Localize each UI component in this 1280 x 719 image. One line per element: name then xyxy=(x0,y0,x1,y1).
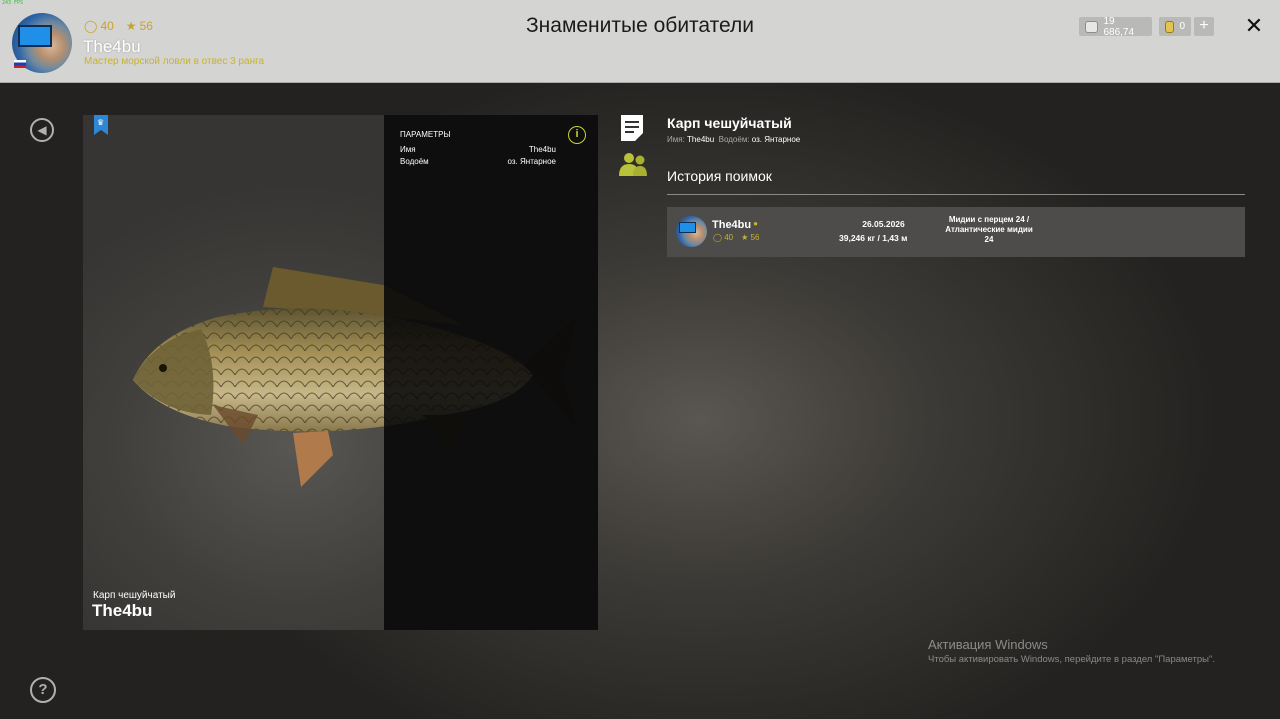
fish-card: ♛ Карп чешуйчатый The4bu ПАРАМЕТРЫ Имя T… xyxy=(83,115,598,630)
windows-activation-title: Активация Windows xyxy=(928,637,1048,652)
gold-balance[interactable]: 0 xyxy=(1159,17,1191,36)
param-row-water: Водоём оз. Янтарное xyxy=(400,157,556,166)
catch-date: 26.05.2026 xyxy=(862,219,905,229)
param-key: Водоём xyxy=(400,157,429,166)
gold-amount: 0 xyxy=(1179,21,1185,32)
back-button[interactable]: ◀ xyxy=(30,118,54,142)
player-name: The4bu xyxy=(83,37,141,56)
info-button[interactable]: i xyxy=(568,126,586,144)
country-flag-icon xyxy=(14,60,26,68)
silver-balance[interactable]: 19 686,74 xyxy=(1079,15,1152,38)
water-key: Водоём: xyxy=(718,135,750,144)
help-button[interactable]: ? xyxy=(30,677,56,703)
add-gold-button[interactable]: + xyxy=(1194,17,1214,36)
params-title: ПАРАМЕТРЫ xyxy=(400,130,451,139)
online-dot-icon: ● xyxy=(753,219,758,228)
history-player-name: The4bu ● xyxy=(712,219,758,231)
name-key: Имя: xyxy=(667,135,685,144)
history-row[interactable]: The4bu ● ◯ 40 ★ 56 26.05.2026 39,246 кг /… xyxy=(667,207,1245,257)
param-key: Имя xyxy=(400,145,416,154)
catch-bait: Мидии с перцем 24 / Атлантические мидии … xyxy=(945,215,1033,244)
group-icon[interactable] xyxy=(619,152,647,178)
close-button[interactable]: ✕ xyxy=(1243,14,1265,38)
param-value: оз. Янтарное xyxy=(507,157,556,166)
fish-title: Карп чешуйчатый xyxy=(667,115,792,131)
divider xyxy=(667,194,1245,195)
card-owner: The4bu xyxy=(92,601,153,620)
star-icon: ★ xyxy=(741,233,751,242)
water-value: оз. Янтарное xyxy=(751,135,801,144)
player-rank: Мастер морской ловли в отвес 3 ранга xyxy=(84,56,265,67)
silver-amount: 19 686,74 xyxy=(1103,15,1135,38)
avatar[interactable] xyxy=(676,216,707,247)
top-header: 243 FPS ◯ 40 ★ 56 The4bu Мастер морской ло… xyxy=(0,0,1280,83)
windows-activation-subtitle: Чтобы активировать Windows, перейдите в … xyxy=(928,654,1215,665)
fps-counter: 243 FPS xyxy=(2,0,24,6)
silver-coin-icon xyxy=(1085,20,1099,33)
history-title: История поимок xyxy=(667,168,772,184)
card-fish-label: Карп чешуйчатый xyxy=(93,590,176,601)
document-icon[interactable] xyxy=(621,115,643,141)
gold-coin-icon xyxy=(1165,20,1175,33)
name-value: The4bu xyxy=(687,135,715,144)
param-row-name: Имя The4bu xyxy=(400,145,556,154)
params-panel: ПАРАМЕТРЫ Имя The4bu Водоём оз. Янтарное… xyxy=(384,115,598,630)
history-player-stats: ◯ 40 ★ 56 xyxy=(713,233,760,242)
ring-icon: ◯ xyxy=(713,233,725,242)
fish-subtitle: Имя: The4bu Водоём: оз. Янтарное xyxy=(667,135,800,144)
param-value: The4bu xyxy=(528,145,556,154)
